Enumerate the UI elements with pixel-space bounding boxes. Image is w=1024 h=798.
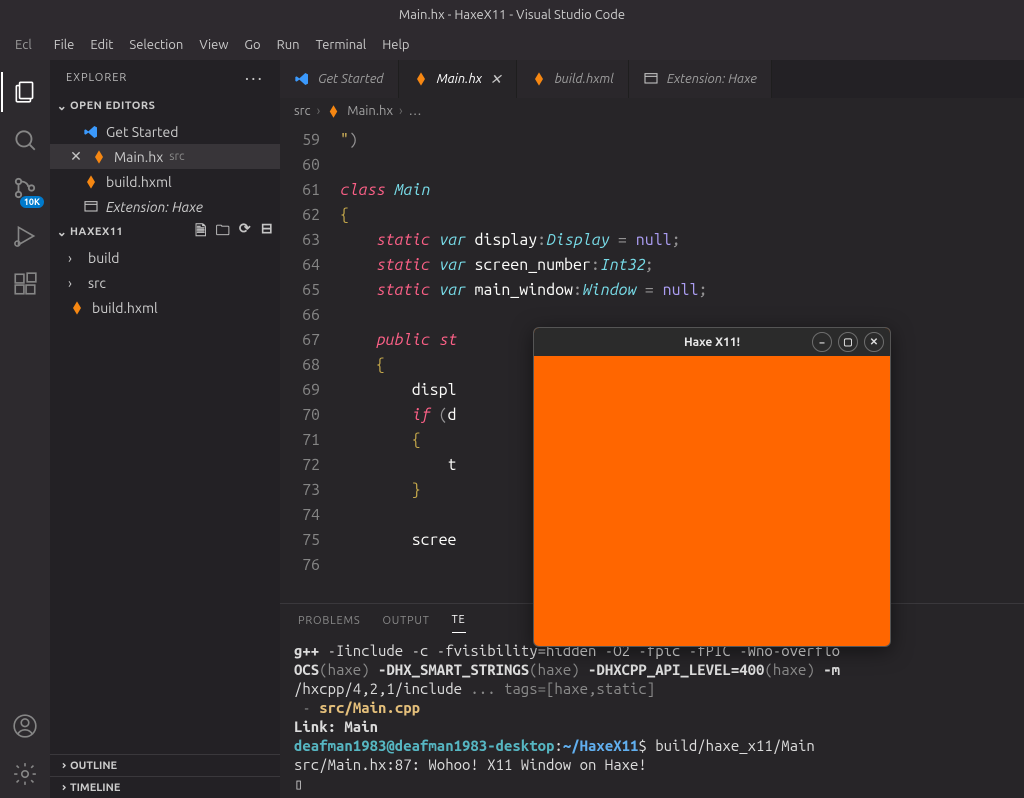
breadcrumb-item[interactable]: … <box>409 104 422 118</box>
close-icon[interactable]: ✕ <box>68 148 84 165</box>
tab-label: Get Started <box>318 72 384 86</box>
run-debug-icon[interactable] <box>1 212 49 260</box>
menu-edit[interactable]: Edit <box>83 34 120 56</box>
chevron-down-icon: ⌄ <box>54 225 70 239</box>
accounts-icon[interactable] <box>1 702 49 750</box>
menu-view[interactable]: View <box>192 34 235 56</box>
open-editor-get-started[interactable]: Get Started <box>50 119 280 144</box>
menu-go[interactable]: Go <box>237 34 267 56</box>
tree-label: build.hxml <box>92 300 158 316</box>
source-control-icon[interactable]: 10K <box>1 164 49 212</box>
tab-main-hx[interactable]: Main.hx ✕ <box>399 60 517 98</box>
hxml-file-icon <box>68 299 86 317</box>
tab-get-started[interactable]: Get Started <box>280 60 399 98</box>
tree-label: Get Started <box>106 124 178 140</box>
eclipse-label: Ecl <box>8 34 39 56</box>
timeline-section[interactable]: ⌄ TIMELINE <box>50 776 280 798</box>
timeline-label: TIMELINE <box>70 782 120 794</box>
chevron-right-icon: ⌄ <box>56 758 69 774</box>
minimize-icon[interactable]: – <box>812 332 832 352</box>
extensions-icon[interactable] <box>1 260 49 308</box>
window-titlebar: Main.hx - HaxeX11 - Visual Studio Code <box>0 0 1024 30</box>
editor-tabs: Get Started Main.hx ✕ build.hxml Extensi… <box>280 60 1024 98</box>
panel-tab-terminal[interactable]: TE <box>452 608 466 633</box>
new-file-icon[interactable]: 🗎 <box>192 220 210 244</box>
menu-help[interactable]: Help <box>375 34 416 56</box>
outline-section[interactable]: ⌄ OUTLINE <box>50 754 280 776</box>
haxe-file-icon <box>90 148 108 166</box>
menu-run[interactable]: Run <box>270 34 307 56</box>
refresh-icon[interactable]: ⟳ <box>236 220 254 244</box>
new-folder-icon[interactable]: 🗀 <box>214 220 232 244</box>
x11-popup-window[interactable]: Haxe X11! – ▢ ✕ <box>533 327 891 647</box>
hxml-file-icon <box>82 173 100 191</box>
chevron-right-icon: › <box>317 104 321 118</box>
breadcrumbs[interactable]: src › Main.hx › … <box>280 98 1024 124</box>
activity-bar: 10K <box>0 60 50 798</box>
popup-titlebar[interactable]: Haxe X11! – ▢ ✕ <box>534 328 890 356</box>
folder-src[interactable]: › src <box>50 270 280 295</box>
tree-path: src <box>169 150 184 163</box>
tab-extension-haxe[interactable]: Extension: Haxe <box>629 60 772 98</box>
haxe-file-icon <box>326 104 341 119</box>
preview-icon <box>643 71 659 87</box>
folder-build[interactable]: › build <box>50 245 280 270</box>
preview-icon <box>82 198 100 216</box>
tab-label: build.hxml <box>555 72 614 86</box>
outline-label: OUTLINE <box>70 760 117 772</box>
open-editor-main-hx[interactable]: ✕ Main.hx src <box>50 144 280 169</box>
tree-label: build.hxml <box>106 174 172 190</box>
open-editors-label: OPEN EDITORS <box>70 100 155 112</box>
tab-label: Extension: Haxe <box>667 72 757 86</box>
tree-label: Extension: Haxe <box>106 199 203 215</box>
popup-title-label: Haxe X11! <box>684 336 740 349</box>
tree-label: Main.hx <box>114 149 163 165</box>
file-build-hxml[interactable]: build.hxml <box>50 295 280 320</box>
chevron-right-icon: › <box>68 275 82 291</box>
explorer-sidebar: EXPLORER ··· ⌄ OPEN EDITORS Get Started … <box>50 60 280 798</box>
hxml-file-icon <box>531 71 547 87</box>
terminal-content[interactable]: g++ -Iinclude -c -fvisibility=hidden -O2… <box>280 637 1024 798</box>
chevron-right-icon: › <box>68 250 82 266</box>
tree-label: build <box>88 250 119 266</box>
menu-terminal[interactable]: Terminal <box>309 34 374 56</box>
collapse-all-icon[interactable]: ⊟ <box>258 220 276 244</box>
scm-badge: 10K <box>20 196 44 208</box>
chevron-down-icon: ⌄ <box>54 99 70 113</box>
vscode-icon <box>82 123 100 141</box>
open-editors-header[interactable]: ⌄ OPEN EDITORS <box>50 95 280 117</box>
open-editor-extension-haxe[interactable]: Extension: Haxe <box>50 194 280 219</box>
menu-bar: Ecl File Edit Selection View Go Run Term… <box>0 30 1024 60</box>
tree-label: src <box>88 275 106 291</box>
search-icon[interactable] <box>1 116 49 164</box>
explorer-title: EXPLORER <box>66 72 127 84</box>
maximize-icon[interactable]: ▢ <box>838 332 858 352</box>
tab-build-hxml[interactable]: build.hxml <box>517 60 629 98</box>
menu-file[interactable]: File <box>47 34 82 56</box>
breadcrumb-item[interactable]: Main.hx <box>347 104 393 118</box>
close-icon[interactable]: ✕ <box>864 332 884 352</box>
settings-gear-icon[interactable] <box>1 750 49 798</box>
explorer-icon[interactable] <box>1 68 49 116</box>
breadcrumb-item[interactable]: src <box>294 104 311 118</box>
project-label: HAXEX11 <box>70 226 123 238</box>
haxe-file-icon <box>413 71 429 87</box>
close-tab-icon[interactable]: ✕ <box>490 71 502 88</box>
project-header[interactable]: ⌄ HAXEX11 🗎 🗀 ⟳ ⊟ <box>50 221 280 243</box>
menu-selection[interactable]: Selection <box>122 34 190 56</box>
chevron-right-icon: › <box>399 104 403 118</box>
tab-label: Main.hx <box>437 72 482 86</box>
open-editor-build-hxml[interactable]: build.hxml <box>50 169 280 194</box>
line-numbers: 596061626364656667686970717273747576 <box>280 124 340 603</box>
vscode-icon <box>294 71 310 87</box>
more-actions-icon[interactable]: ··· <box>245 68 264 88</box>
panel-tab-problems[interactable]: PROBLEMS <box>298 609 360 633</box>
chevron-right-icon: ⌄ <box>56 780 69 796</box>
panel-tab-output[interactable]: OUTPUT <box>382 609 429 633</box>
